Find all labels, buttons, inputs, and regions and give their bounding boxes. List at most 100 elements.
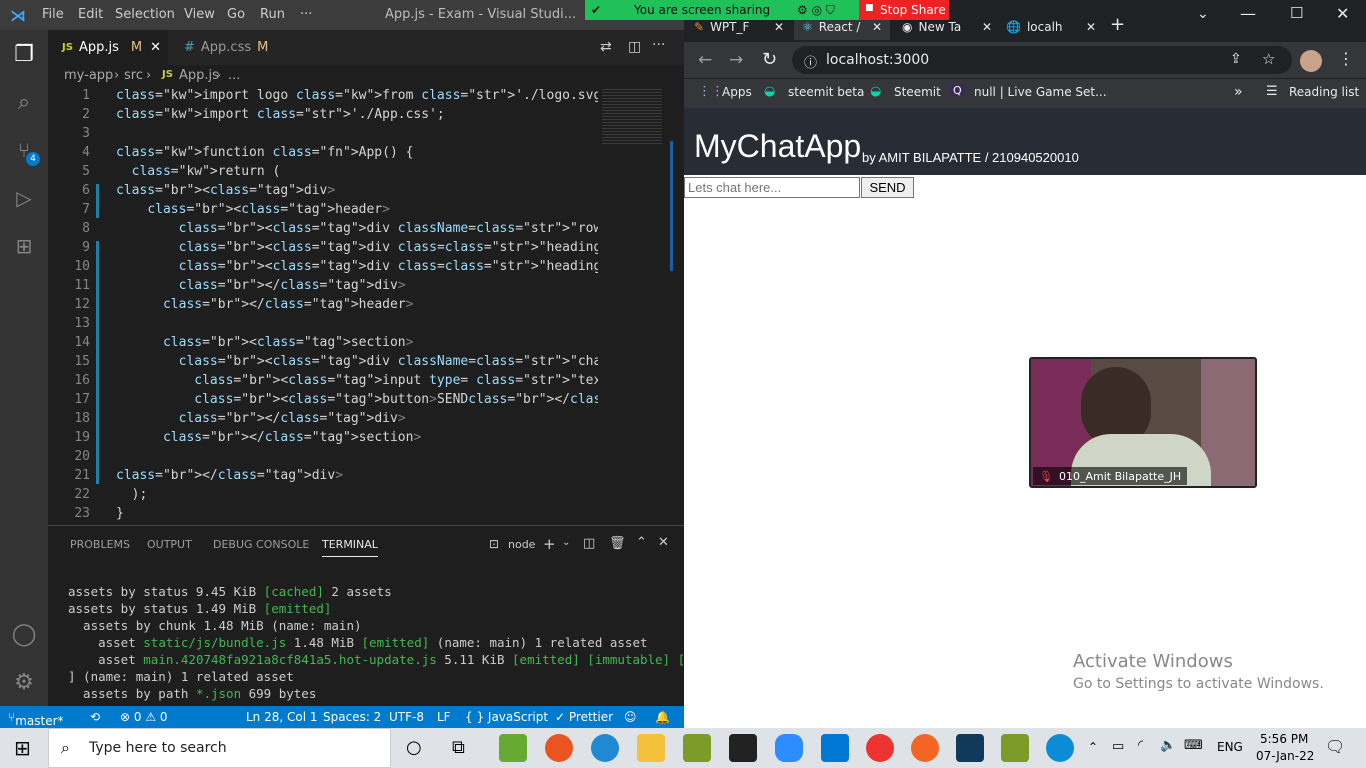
app-sticky-icon[interactable] (729, 734, 757, 762)
breadcrumb-item[interactable]: ... (228, 68, 240, 83)
split-editor-icon[interactable]: ◫ (628, 39, 641, 55)
code-line[interactable]: class="kw">import logo class="kw">from c… (116, 88, 598, 103)
bookmark-star-icon[interactable]: ☆ (1262, 50, 1275, 68)
feedback-icon[interactable]: ☺ (624, 710, 637, 724)
menu-view[interactable]: View (184, 7, 215, 22)
menu-more[interactable]: ··· (300, 7, 312, 22)
source-control-icon[interactable]: ⑂ 4 (0, 126, 48, 174)
formatter[interactable]: ✓ Prettier (555, 710, 613, 724)
back-icon[interactable]: ← (698, 50, 712, 70)
forward-icon[interactable]: → (729, 50, 743, 70)
app-notepad-icon[interactable] (683, 734, 711, 762)
wifi-icon[interactable]: ◜ (1138, 738, 1143, 753)
share-icon[interactable]: ⇪ (1230, 51, 1242, 67)
extensions-icon[interactable]: ⊞ (0, 222, 48, 270)
reading-list[interactable]: Reading list (1289, 85, 1359, 99)
code-line[interactable]: class="br"><class="tag">div className=cl… (116, 354, 598, 369)
code-line[interactable]: class="br"><class="tag">header> (116, 202, 390, 217)
app-explorer-icon[interactable] (637, 734, 665, 762)
code-line[interactable]: class="br"><class="tag">div> (116, 183, 335, 198)
clock-date[interactable]: 07-Jan-22 (1256, 749, 1314, 763)
close-panel-icon[interactable]: ✕ (658, 535, 669, 550)
code-line[interactable]: class="br"><class="tag">div class=class=… (116, 240, 598, 255)
tab-problems[interactable]: PROBLEMS (70, 538, 130, 551)
app-chrome-icon[interactable] (866, 734, 894, 762)
tab-output[interactable]: OUTPUT (147, 538, 192, 551)
minimize-icon[interactable]: — (1240, 4, 1256, 23)
tab-app-css[interactable]: # App.css M (170, 30, 282, 65)
code-line[interactable]: class="kw">import class="str">'./App.css… (116, 107, 445, 122)
more-bookmarks-icon[interactable]: » (1234, 84, 1243, 100)
maximize-icon[interactable]: ☐ (1290, 4, 1303, 22)
breadcrumb-item[interactable]: src (124, 68, 143, 83)
account-icon[interactable]: ◯ (0, 610, 48, 658)
run-debug-icon[interactable]: ▷ (0, 174, 48, 222)
code-line[interactable]: class="br"></class="tag">div> (116, 468, 343, 483)
code-line[interactable]: class="br"></class="tag">header> (116, 297, 413, 312)
compare-changes-icon[interactable]: ⇄ (600, 39, 612, 55)
close-tab-icon[interactable]: ✕ (872, 20, 882, 34)
close-tab-icon[interactable]: ✕ (1086, 20, 1096, 34)
menu-run[interactable]: Run (260, 7, 285, 22)
url-text[interactable]: localhost:3000 (826, 52, 929, 68)
tray-chevron-up-icon[interactable]: ⌃ (1088, 740, 1098, 754)
problems-count[interactable]: ⊗ 0 ⚠ 0 (120, 710, 168, 724)
app-edge-icon[interactable] (1046, 734, 1074, 762)
app-vscode-icon[interactable] (821, 734, 849, 762)
settings-gear-icon[interactable]: ⚙ (0, 658, 48, 706)
code-line[interactable]: class="br"></class="tag">div> (116, 278, 406, 293)
close-tab-icon[interactable]: ✕ (982, 20, 992, 34)
bookmark-apps[interactable]: Apps (722, 85, 752, 99)
bookmark-null[interactable]: null | Live Game Set... (974, 85, 1107, 99)
menu-selection[interactable]: Selection (115, 7, 175, 22)
close-tab-icon[interactable]: ✕ (774, 20, 784, 34)
code-line[interactable]: class="br"></class="tag">div> (116, 411, 406, 426)
menu-file[interactable]: File (42, 7, 64, 22)
more-actions-icon[interactable]: ··· (652, 37, 665, 53)
new-terminal-icon[interactable]: + (543, 535, 556, 553)
close-icon[interactable]: ✕ (150, 40, 161, 55)
breadcrumb-item[interactable]: App.js (179, 68, 219, 83)
cortana-icon[interactable]: ○ (406, 737, 422, 758)
explorer-icon[interactable]: ❐ (0, 30, 48, 78)
tab-terminal[interactable]: TERMINAL (322, 538, 378, 557)
send-button[interactable]: SEND (861, 177, 914, 198)
task-view-icon[interactable]: ⧉ (452, 737, 465, 758)
battery-icon[interactable]: ▭ (1112, 739, 1124, 754)
code-line[interactable]: } (116, 506, 124, 521)
profile-avatar[interactable] (1300, 50, 1322, 72)
notification-center-icon[interactable]: 🗨 (1325, 737, 1345, 756)
tab-debug-console[interactable]: DEBUG CONSOLE (213, 538, 309, 551)
bookmark-steemit[interactable]: Steemit (894, 85, 941, 99)
code-line[interactable]: class="br"></class="tag">section> (116, 430, 421, 445)
code-line[interactable]: class="br"><class="tag">input type= clas… (116, 373, 598, 388)
search-icon[interactable]: ⌕ (0, 78, 48, 126)
app-zoom-icon[interactable] (775, 734, 803, 762)
app-notepadpp-icon[interactable] (1001, 734, 1029, 762)
omnibox[interactable]: ⓘ localhost:3000 ⇪ ☆ (792, 46, 1292, 74)
encoding[interactable]: UTF-8 (389, 710, 424, 724)
language-indicator[interactable]: ENG (1217, 740, 1243, 754)
code-line[interactable]: class="br"><class="tag">button>SENDclass… (116, 392, 598, 407)
tab-localhost[interactable]: 🌐 localh ✕ (1006, 14, 1102, 40)
app-ubuntu-icon[interactable] (545, 734, 573, 762)
menu-go[interactable]: Go (227, 7, 245, 22)
video-tile[interactable]: 🎙 010_Amit Bilapatte_JH (1029, 357, 1257, 488)
chevron-down-icon[interactable]: ⌄ (562, 537, 570, 548)
code-line[interactable]: class="kw">return ( (116, 164, 281, 179)
code-editor[interactable]: 1 class="kw">import logo class="kw">from … (48, 87, 598, 525)
bookmark-steemit-beta[interactable]: steemit beta (788, 85, 864, 99)
app-mysql-icon[interactable] (956, 734, 984, 762)
terminal-name[interactable]: node (508, 538, 535, 551)
language-mode[interactable]: { } JavaScript (465, 710, 548, 724)
info-icon[interactable]: ⓘ (804, 52, 817, 71)
app-ie-icon[interactable] (591, 734, 619, 762)
app-postman-icon[interactable] (911, 734, 939, 762)
code-line[interactable]: class="br"><class="tag">div class=class=… (116, 259, 598, 274)
notifications-icon[interactable]: 🔔 (655, 710, 670, 724)
windows-start-icon[interactable]: ⊞ (14, 736, 31, 760)
reload-icon[interactable]: ↻ (762, 49, 777, 70)
terminal-output[interactable]: assets by status 9.45 KiB [cached] 2 ass… (48, 584, 708, 704)
branch-indicator[interactable]: ⑂ master* (8, 710, 64, 728)
taskbar-search[interactable]: ⌕ Type here to search (48, 728, 391, 768)
